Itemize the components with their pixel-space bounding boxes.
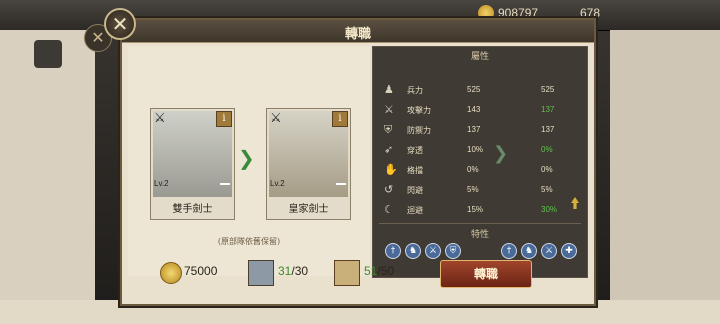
unit-cost: 31/30 (278, 264, 308, 278)
stat-label: 格擋 (407, 166, 423, 175)
attributes-panel: 屬性 ♟ 兵力 525 525 ⚔ 攻擊力 143 137 ⛨ 防禦力 137 137 ➶ 穿透 10% 0%… (372, 46, 588, 278)
stat-label: 攻擊力 (407, 106, 431, 115)
info-icon[interactable]: i (216, 111, 232, 127)
unit-portrait-icon (248, 260, 274, 286)
dialog-header: 轉職 (122, 20, 594, 43)
stat-label: 兵力 (407, 86, 423, 95)
info-icon[interactable]: i (332, 111, 348, 127)
unit-transform-panel: ⚔ i Lv.2 雙手劍士 ❯ ⚔ i Lv.2 皇家劍士 (原部隊依舊保留) (128, 46, 370, 276)
stat-label: 閃避 (407, 186, 423, 195)
trait-icon[interactable]: ✚ (561, 243, 577, 259)
counter-icon: ☾ (384, 203, 394, 216)
stat-after: 5% (541, 185, 553, 194)
compare-arrow-icon: ❯ (493, 143, 509, 164)
close-button[interactable]: ✕ (104, 8, 136, 40)
stat-after: 0% (541, 145, 553, 154)
scrolls-have: 51 (364, 264, 378, 278)
trait-icon[interactable]: ⚔ (541, 243, 557, 259)
scrolls-need: /50 (377, 264, 395, 278)
pierce-icon: ➶ (384, 143, 394, 156)
gold-cost: 75000 (184, 264, 218, 278)
stat-after: 30% (541, 205, 558, 214)
stat-row: ☾ 迴避 15% 30% (373, 203, 587, 219)
trait-icon[interactable]: ⚔ (425, 243, 441, 259)
stat-row: ➶ 穿透 10% 0% (373, 143, 587, 159)
block-icon: ✋ (384, 163, 398, 176)
units-have: 31 (278, 264, 292, 278)
class-change-dialog: 轉職 ⚔ i Lv.2 雙手劍士 ❯ ⚔ i Lv.2 皇家劍士 (原部隊依舊保… (120, 18, 596, 306)
divider (379, 223, 581, 224)
stat-label: 穿透 (407, 146, 423, 155)
soldiers-icon: ♟ (384, 83, 394, 96)
stat-after: 525 (541, 85, 555, 94)
stat-before: 5% (467, 185, 479, 194)
stat-row: ↺ 閃避 5% 5% (373, 183, 587, 199)
arrow-right-icon: ❯ (238, 146, 255, 170)
stat-after: 137 (541, 125, 555, 134)
trophy-icon (34, 40, 62, 68)
trait-icon[interactable]: † (501, 243, 517, 259)
attributes-title: 屬性 (470, 52, 489, 62)
level-bar (336, 183, 346, 185)
dodge-icon: ↺ (384, 183, 394, 196)
unit-level: Lv.2 (270, 179, 285, 188)
stat-row: ♟ 兵力 525 525 (373, 83, 587, 99)
target-unit-name: 皇家劍士 (288, 204, 329, 215)
unit-level: Lv.2 (154, 179, 169, 188)
stat-before: 15% (467, 205, 484, 214)
crossed-swords-icon: ⚔ (154, 111, 166, 126)
attack-icon: ⚔ (384, 103, 394, 116)
units-need: /30 (291, 264, 309, 278)
trait-icon[interactable]: ♞ (405, 243, 421, 259)
unit-kept-note: (原部隊依舊保留) (217, 237, 281, 246)
stat-row: ⛨ 防禦力 137 137 (373, 123, 587, 139)
defense-icon: ⛨ (384, 123, 393, 136)
stat-row: ⚔ 攻擊力 143 137 (373, 103, 587, 119)
trait-icon[interactable]: ⛨ (445, 243, 461, 259)
stat-before: 10% (467, 145, 484, 154)
trait-icon[interactable]: ♞ (521, 243, 537, 259)
scroll-icon (334, 260, 360, 286)
stat-before: 143 (467, 105, 481, 114)
scroll-cost: 51/50 (364, 264, 394, 278)
stat-before: 137 (467, 125, 481, 134)
right-side-panel (610, 30, 720, 324)
source-unit-card[interactable]: ⚔ i Lv.2 雙手劍士 (150, 108, 235, 220)
stat-before: 525 (467, 85, 481, 94)
stat-label: 防禦力 (407, 126, 431, 135)
traits-title: 特性 (470, 230, 489, 240)
crossed-swords-icon: ⚔ (270, 111, 282, 126)
source-unit-name: 雙手劍士 (172, 204, 213, 215)
stat-before: 0% (467, 165, 479, 174)
trait-icon[interactable]: † (385, 243, 401, 259)
stat-row: ✋ 格擋 0% 0% (373, 163, 587, 179)
level-bar (220, 183, 230, 185)
stat-label: 迴避 (407, 206, 423, 215)
dialog-title: 轉職 (344, 27, 371, 42)
target-unit-card[interactable]: ⚔ i Lv.2 皇家劍士 (266, 108, 351, 220)
left-side-panel (0, 30, 95, 324)
stat-after: 0% (541, 165, 553, 174)
gold-coin-icon (160, 262, 182, 284)
stat-after: 137 (541, 105, 555, 114)
class-change-button[interactable]: 轉職 (440, 260, 532, 288)
